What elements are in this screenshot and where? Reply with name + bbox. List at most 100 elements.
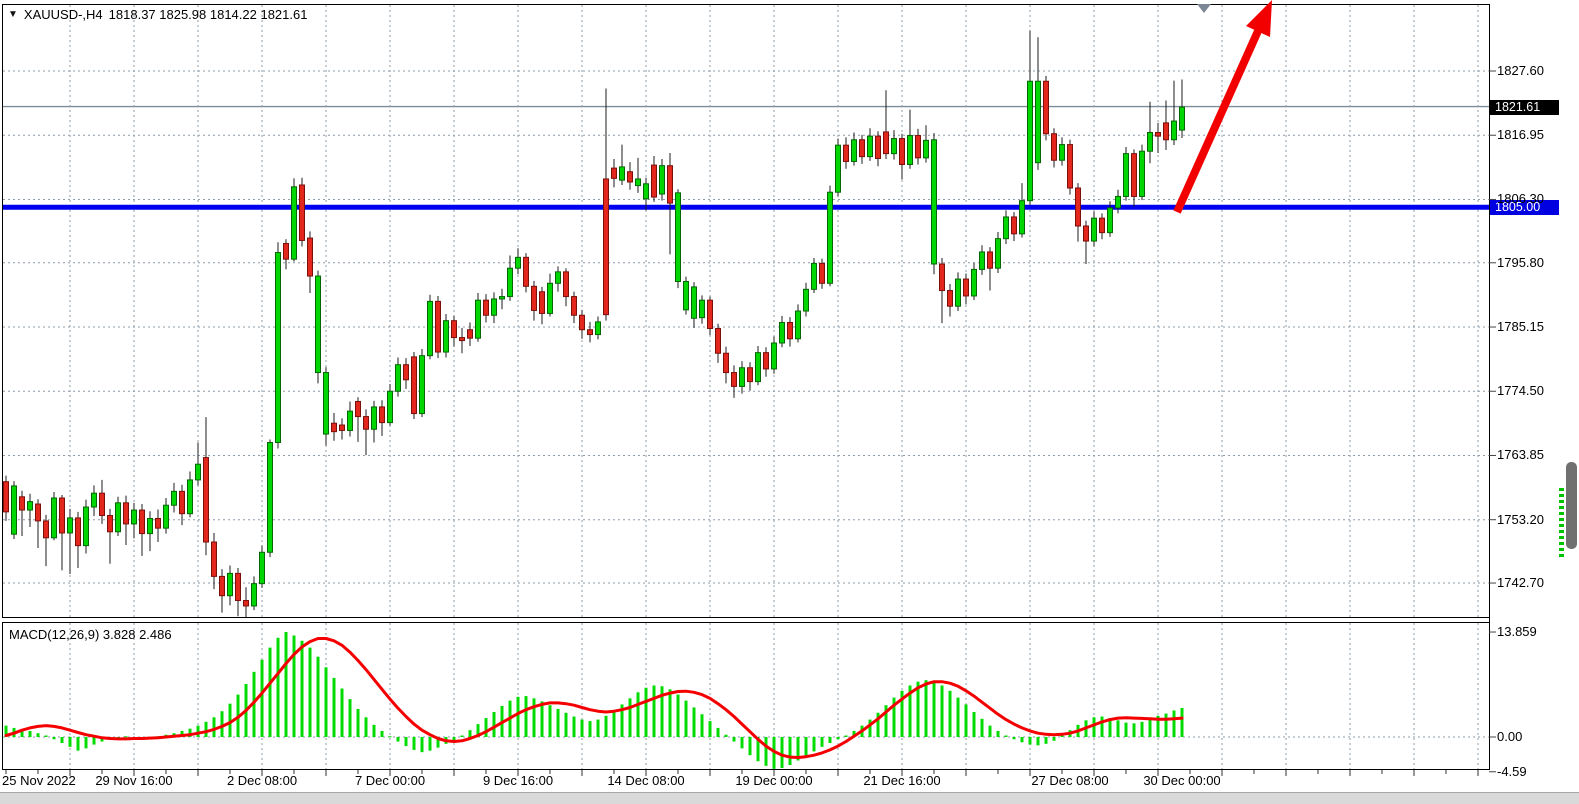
bear-candle — [356, 401, 361, 416]
macd-bar — [365, 717, 368, 737]
bull-candle — [1036, 81, 1041, 162]
macd-bar — [1165, 714, 1168, 737]
macd-bar — [125, 736, 128, 737]
macd-bar — [541, 701, 544, 737]
bull-candle — [548, 283, 553, 313]
bear-candle — [204, 458, 209, 542]
bear-candle — [588, 330, 593, 335]
bull-candle — [956, 279, 961, 306]
chart-canvas[interactable] — [0, 0, 1579, 803]
macd-bar — [717, 728, 720, 737]
macd-bar — [349, 699, 352, 737]
bear-candle — [100, 493, 105, 515]
chart-shift-marker-icon[interactable] — [1197, 4, 1211, 13]
macd-bar — [1173, 710, 1176, 737]
bear-candle — [916, 136, 921, 158]
macd-bar — [573, 717, 576, 737]
window-bottom-edge — [0, 792, 1579, 804]
bull-candle — [428, 301, 433, 355]
bull-candle — [388, 391, 393, 422]
macd-bar — [637, 692, 640, 737]
time-axis-label: 19 Dec 00:00 — [735, 774, 812, 788]
macd-bar — [53, 737, 56, 739]
macd-bar — [1045, 737, 1048, 744]
bull-candle — [796, 311, 801, 339]
bull-candle — [620, 167, 625, 180]
macd-histogram — [5, 632, 1184, 769]
macd-bar — [1149, 719, 1152, 737]
bear-candle — [524, 257, 529, 286]
current-price-tag: 1821.61 — [1490, 100, 1559, 115]
macd-bar — [933, 682, 936, 737]
bear-candle — [60, 498, 65, 533]
bull-candle — [84, 507, 89, 546]
macd-bar — [29, 731, 32, 737]
macd-bar — [261, 660, 264, 737]
symbol-dropdown-icon[interactable]: ▼ — [8, 8, 18, 22]
bull-candle — [740, 368, 745, 387]
bear-candle — [1132, 154, 1137, 197]
macd-bar — [45, 735, 48, 737]
bull-candle — [172, 491, 177, 505]
scrollbar-green-dashes — [1559, 488, 1564, 557]
bull-candle — [1060, 145, 1065, 161]
bear-candle — [380, 407, 385, 423]
bull-candle — [252, 584, 257, 606]
bull-candle — [660, 166, 665, 194]
price-axis-label: 1774.50 — [1497, 384, 1544, 398]
bull-candle — [116, 503, 121, 532]
bear-candle — [484, 300, 489, 315]
vertical-scrollbar-thumb[interactable] — [1566, 462, 1577, 549]
bear-candle — [44, 521, 49, 538]
macd-bar — [645, 688, 648, 737]
bear-candle — [1068, 145, 1073, 188]
macd-bar — [829, 737, 832, 743]
bear-candle — [404, 365, 409, 380]
price-axis-label: 1816.95 — [1497, 128, 1544, 142]
time-axis-label: 7 Dec 00:00 — [355, 774, 425, 788]
bear-candle — [948, 291, 953, 307]
bear-candle — [140, 510, 145, 534]
macd-bar — [565, 713, 568, 737]
macd-bar — [533, 698, 536, 737]
bear-candle — [76, 518, 81, 546]
bear-candle — [940, 264, 945, 291]
macd-bar — [205, 722, 208, 737]
macd-bar — [701, 714, 704, 737]
bull-candle — [836, 145, 841, 192]
bull-candle — [476, 300, 481, 338]
bull-candle — [68, 518, 73, 533]
macd-bar — [341, 689, 344, 737]
bull-candle — [92, 493, 97, 507]
macd-bar — [1013, 737, 1016, 739]
bear-candle — [572, 297, 577, 316]
macd-bar — [1005, 735, 1008, 737]
macd-bar — [973, 712, 976, 737]
bear-candle — [124, 503, 129, 524]
macd-bar — [581, 720, 584, 737]
bull-candle — [1108, 208, 1113, 233]
bull-candle — [868, 136, 873, 157]
macd-bar — [589, 721, 592, 737]
macd-bar — [1101, 717, 1104, 737]
bear-candle — [716, 329, 721, 354]
macd-bar — [725, 735, 728, 737]
bull-candle — [924, 140, 929, 157]
bull-candle — [508, 268, 513, 296]
bull-candle — [500, 297, 505, 299]
bull-candle — [260, 552, 265, 583]
macd-bar — [925, 680, 928, 737]
macd-bar — [301, 641, 304, 737]
bull-candle — [644, 184, 649, 199]
time-axis-label: 27 Dec 08:00 — [1031, 774, 1108, 788]
macd-axis-label: 0.00 — [1497, 730, 1522, 744]
bear-candle — [604, 179, 609, 315]
bear-candle — [36, 504, 41, 521]
macd-bar — [525, 696, 528, 737]
time-axis-label: 30 Dec 00:00 — [1143, 774, 1220, 788]
bear-candle — [236, 573, 241, 600]
macd-bar — [837, 737, 840, 739]
bear-candle — [4, 482, 9, 512]
macd-bar — [77, 737, 80, 751]
bull-candle — [492, 299, 497, 315]
